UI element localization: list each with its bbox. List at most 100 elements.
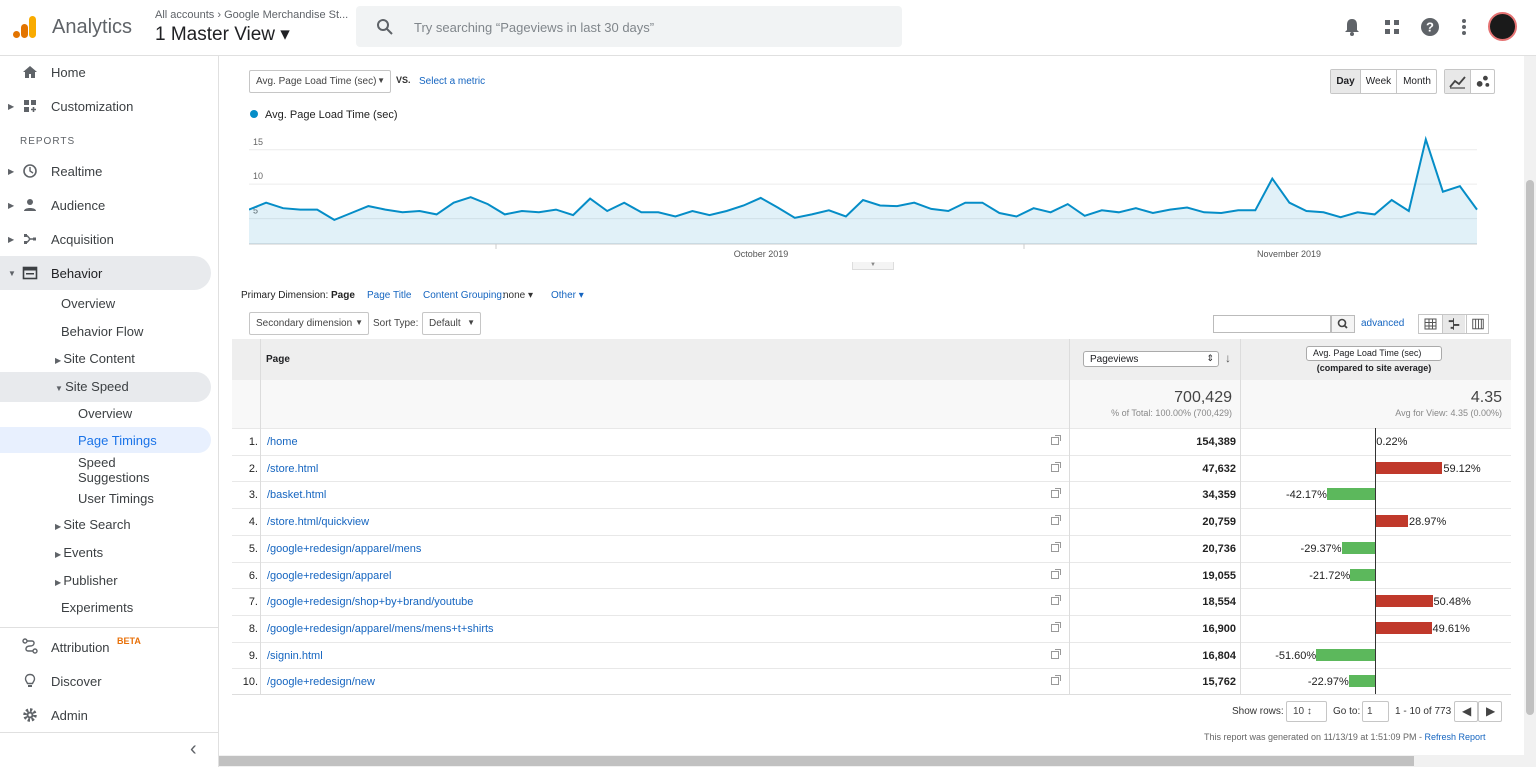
pivot-view-icon[interactable] [1466,315,1489,333]
comparison-percent: -42.17% [1285,489,1327,502]
pagination-range: 1 - 10 of 773 [1395,706,1452,717]
page-link[interactable]: /signin.html [267,650,323,662]
nav-user-timings[interactable]: User Timings [78,491,154,506]
chart-type-group [1444,69,1495,94]
dimension-page[interactable]: Page [331,290,355,301]
month-button[interactable]: Month [1396,70,1437,93]
nav-site-speed[interactable]: ▼ Site Speed [55,379,129,394]
nav-behavior-overview[interactable]: Overview [61,296,115,311]
series-area [249,139,1477,244]
page-link[interactable]: /google+redesign/apparel [267,570,391,582]
more-vert-icon[interactable] [1453,16,1475,38]
week-button[interactable]: Week [1360,70,1396,93]
show-rows-select[interactable]: 10 ↕ [1286,701,1327,722]
page-link[interactable]: /google+redesign/shop+by+brand/youtube [267,596,473,608]
page-link[interactable]: /google+redesign/apparel/mens [267,543,421,555]
comparison-bar [1375,515,1409,528]
open-page-icon[interactable] [1051,461,1061,472]
nav-speed-suggestions[interactable]: Speed Suggestions [78,455,150,485]
comparison-bar [1326,488,1375,501]
table-row: 4. /store.html/quickview 20,759 28.97% [232,508,1511,535]
nav-behavior-flow[interactable]: Behavior Flow [61,324,143,339]
nav-site-content-label: Site Content [63,351,135,366]
column-header-page[interactable]: Page [266,354,290,365]
page-link[interactable]: /store.html [267,463,318,475]
y-tick-label: 15 [253,137,263,147]
day-button[interactable]: Day [1331,70,1360,93]
page-link[interactable]: /home [267,436,298,448]
total-metric-subtitle: Avg for View: 4.35 (0.00%) [1395,408,1502,418]
behavior-icon [22,266,38,280]
view-selector[interactable]: 1 Master View ▾ [155,23,290,46]
apps-grid-icon[interactable] [1381,16,1403,38]
select-metric-link[interactable]: Select a metric [419,76,485,87]
bell-icon[interactable] [1341,16,1363,38]
nav-experiments[interactable]: Experiments [61,600,133,615]
pageviews-column-selector[interactable]: Pageviews ⇕ [1083,351,1219,367]
collapse-sidebar-icon[interactable]: ‹ [190,738,197,761]
open-page-icon[interactable] [1051,488,1061,499]
chart-resize-handle[interactable]: ▼ [852,262,894,270]
column-header-pageviews: Pageviews [1090,354,1139,365]
goto-input[interactable]: 1 [1362,701,1389,722]
table-row: 5. /google+redesign/apparel/mens 20,736 -29… [232,534,1511,562]
dimension-other[interactable]: Other ▾ [551,290,584,301]
table-filter-input[interactable] [1213,315,1331,333]
sort-type-dropdown[interactable]: Default ▼ [422,312,481,335]
total-pageviews: 700,429 [1174,389,1232,406]
comparison-view-icon[interactable] [1442,315,1465,333]
metric-selector[interactable]: Avg. Page Load Time (sec) ▼ [249,70,391,93]
open-page-icon[interactable] [1051,675,1061,686]
open-page-icon[interactable] [1051,515,1061,526]
user-avatar[interactable] [1488,12,1517,41]
refresh-report-link[interactable]: Refresh Report [1424,732,1485,742]
open-page-icon[interactable] [1051,568,1061,579]
horizontal-scroll-thumb[interactable] [219,756,1414,766]
nav-site-content[interactable]: ▶ Site Content [55,351,135,366]
metric-column-selector[interactable]: Avg. Page Load Time (sec) [1306,346,1442,361]
total-metric: 4.35 [1470,389,1502,406]
help-icon[interactable]: ? [1419,16,1441,38]
line-chart-icon[interactable] [1445,70,1470,93]
pageviews-value: 154,389 [1196,436,1236,448]
motion-chart-icon[interactable] [1470,70,1495,93]
home-icon [23,66,37,78]
advanced-filter-link[interactable]: advanced [1361,318,1404,329]
acquisition-icon [24,234,36,244]
open-page-icon[interactable] [1051,435,1061,445]
legend-marker [250,110,258,118]
account-breadcrumb[interactable]: All accounts › Google Merchandise St... [155,9,348,21]
vertical-scroll-thumb[interactable] [1526,180,1534,715]
prev-page-button[interactable]: ◀ [1454,701,1478,722]
data-table-view-icon[interactable] [1419,315,1442,333]
nav-page-timings[interactable]: Page Timings [78,433,157,448]
nav-publisher[interactable]: ▶ Publisher [55,573,118,588]
open-page-icon[interactable] [1051,621,1061,632]
dimension-content-grouping[interactable]: Content Grouping: [423,290,505,301]
nav-admin-label: Admin [51,708,88,723]
search-bar[interactable]: Try searching “Pageviews in last 30 days… [356,6,902,47]
beta-badge: BETA [117,636,141,646]
x-tick-label: November 2019 [1257,249,1321,259]
open-page-icon[interactable] [1051,595,1061,606]
nav-site-speed-overview[interactable]: Overview [78,406,132,421]
column-divider [1069,339,1070,695]
secondary-dimension-dropdown[interactable]: Secondary dimension ▼ [249,312,369,335]
sort-desc-icon[interactable]: ↓ [1225,351,1231,365]
nav-events[interactable]: ▶ Events [55,545,103,560]
content-grouping-value[interactable]: none ▾ [503,290,533,301]
page-link[interactable]: /basket.html [267,489,326,501]
open-page-icon[interactable] [1051,541,1061,552]
open-page-icon[interactable] [1051,648,1061,659]
page-link[interactable]: /store.html/quickview [267,516,369,528]
table-row: 10. /google+redesign/new 15,762 -22.97% [232,668,1511,695]
row-number: 6. [248,569,258,582]
filter-search-button[interactable] [1331,315,1355,333]
nav-attribution-label: Attribution [51,640,110,655]
nav-site-search[interactable]: ▶ Site Search [55,517,131,532]
nav-acquisition-label: Acquisition [51,232,114,247]
next-page-button[interactable]: ▶ [1478,701,1502,722]
page-link[interactable]: /google+redesign/new [267,676,375,688]
dimension-page-title[interactable]: Page Title [367,290,411,301]
page-link[interactable]: /google+redesign/apparel/mens/mens+t+shi… [267,623,494,635]
